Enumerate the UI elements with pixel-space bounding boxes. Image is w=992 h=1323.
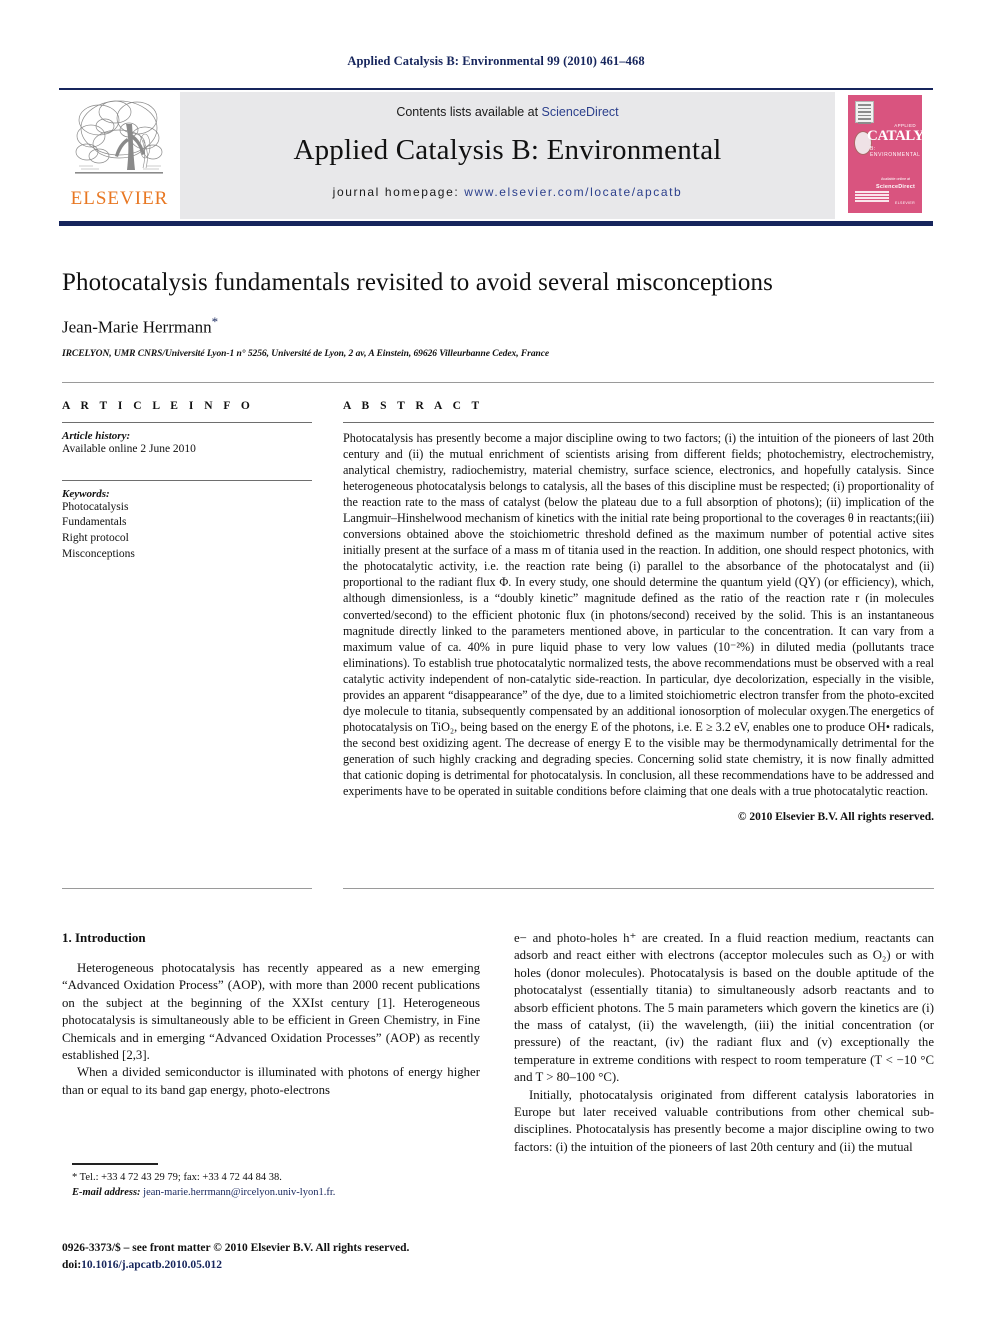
cover-subtitle: B: ENVIRONMENTAL	[870, 146, 921, 158]
contents-prefix: Contents lists available at	[396, 105, 542, 119]
masthead-center-panel: Contents lists available at ScienceDirec…	[180, 92, 835, 219]
running-head: Applied Catalysis B: Environmental 99 (2…	[347, 54, 645, 68]
abstract-heading: A B S T R A C T	[343, 400, 484, 412]
abstract-column: A B S T R A C T Photocatalysis has prese…	[343, 400, 934, 823]
article-title-block: Photocatalysis fundamentals revisited to…	[62, 268, 934, 359]
elsevier-logo: ELSEVIER	[61, 92, 178, 219]
elsevier-tree-icon	[75, 100, 163, 174]
body-paragraph: Initially, photocatalysis originated fro…	[514, 1087, 934, 1154]
article-history-value: Available online 2 June 2010	[62, 443, 196, 455]
keywords-rule	[62, 479, 312, 481]
footnote-telephone: * Tel.: +33 4 72 43 29 79; fax: +33 4 72…	[72, 1172, 282, 1183]
colophon-block: 0926-3373/$ – see front matter © 2010 El…	[62, 1240, 492, 1273]
body-right-column: e− and photo-holes h⁺ are created. In a …	[514, 930, 934, 1156]
cover-title: CATALYSIS	[867, 128, 922, 144]
author-affiliation: IRCELYON, UMR CNRS/Université Lyon-1 n° …	[62, 349, 550, 360]
homepage-prefix: journal homepage:	[332, 185, 465, 199]
footnote-email-line: E-mail address: jean-marie.herrmann@irce…	[62, 1185, 482, 1200]
article-info-rule	[62, 422, 312, 423]
masthead-top-rule	[59, 88, 933, 90]
info-bottom-divider	[62, 888, 312, 889]
front-matter-line: 0926-3373/$ – see front matter © 2010 El…	[62, 1242, 410, 1254]
journal-masthead: ELSEVIER Contents lists available at Sci…	[59, 88, 933, 226]
introduction-heading: 1. Introduction	[62, 930, 146, 945]
cover-available-block: Available online at ScienceDirect	[876, 177, 915, 191]
body-left-column: 1. Introduction Heterogeneous photocatal…	[62, 930, 480, 1099]
cover-sciencedirect-label: ScienceDirect	[876, 183, 915, 190]
body-paragraph: e− and photo-holes h⁺ are created. In a …	[514, 931, 934, 1085]
body-paragraph: Heterogeneous photocatalysis has recentl…	[62, 961, 480, 1062]
body-paragraph: When a divided semiconductor is illumina…	[62, 1065, 480, 1097]
footnote-email-link[interactable]: jean-marie.herrmann@ircelyon.univ-lyon1.…	[143, 1187, 335, 1198]
cover-elsevier-label: ELSEVIER	[895, 201, 915, 205]
masthead-bottom-rule	[59, 221, 933, 226]
footnote-divider	[72, 1163, 158, 1165]
author-name: Jean-Marie Herrmann	[62, 317, 212, 337]
cover-available-label: Available online at	[880, 177, 911, 182]
keywords-list: Photocatalysis Fundamentals Right protoc…	[62, 500, 312, 563]
abstract-bottom-divider	[343, 888, 934, 889]
journal-title: Applied Catalysis B: Environmental	[293, 134, 722, 166]
corresponding-author-marker: *	[211, 313, 219, 329]
keyword-item: Photocatalysis	[62, 500, 129, 513]
contents-available-line: Contents lists available at ScienceDirec…	[180, 105, 835, 119]
cover-text-lines-decoration	[855, 191, 889, 203]
title-divider	[62, 382, 934, 383]
keyword-item: Right protocol	[62, 532, 129, 545]
article-info-column: A R T I C L E I N F O Article history: A…	[62, 400, 312, 563]
elsevier-wordmark: ELSEVIER	[70, 188, 169, 209]
article-info-heading: A R T I C L E I N F O	[62, 400, 254, 412]
footnote-block: * Tel.: +33 4 72 43 29 79; fax: +33 4 72…	[62, 1170, 482, 1200]
journal-cover-art: APPLIED CATALYSIS B: ENVIRONMENTAL Avail…	[848, 95, 922, 213]
abstract-rule	[343, 422, 934, 423]
journal-homepage-link[interactable]: www.elsevier.com/locate/apcatb	[464, 185, 682, 199]
footnote-email-label: E-mail address:	[72, 1187, 141, 1199]
journal-article-page: Applied Catalysis B: Environmental 99 (2…	[0, 0, 992, 1323]
journal-cover-thumbnail: APPLIED CATALYSIS B: ENVIRONMENTAL Avail…	[837, 92, 933, 219]
doi-label: doi:	[62, 1258, 82, 1271]
keyword-item: Fundamentals	[62, 516, 127, 529]
abstract-text: Photocatalysis has presently become a ma…	[343, 431, 934, 799]
doi-link[interactable]: 10.1016/j.apcatb.2010.05.012	[81, 1259, 222, 1271]
keywords-label: Keywords:	[62, 487, 110, 500]
keyword-item: Misconceptions	[62, 548, 135, 561]
author-line: Jean-Marie Herrmann*	[62, 314, 934, 338]
cover-elsevier-badge-icon	[855, 101, 874, 124]
doi-line: doi:10.1016/j.apcatb.2010.05.012	[62, 1257, 492, 1274]
journal-homepage-line: journal homepage: www.elsevier.com/locat…	[180, 185, 835, 199]
page-title: Photocatalysis fundamentals revisited to…	[62, 269, 773, 296]
abstract-copyright: © 2010 Elsevier B.V. All rights reserved…	[737, 811, 934, 824]
article-history-label: Article history:	[62, 430, 131, 442]
sciencedirect-link[interactable]: ScienceDirect	[542, 105, 619, 119]
